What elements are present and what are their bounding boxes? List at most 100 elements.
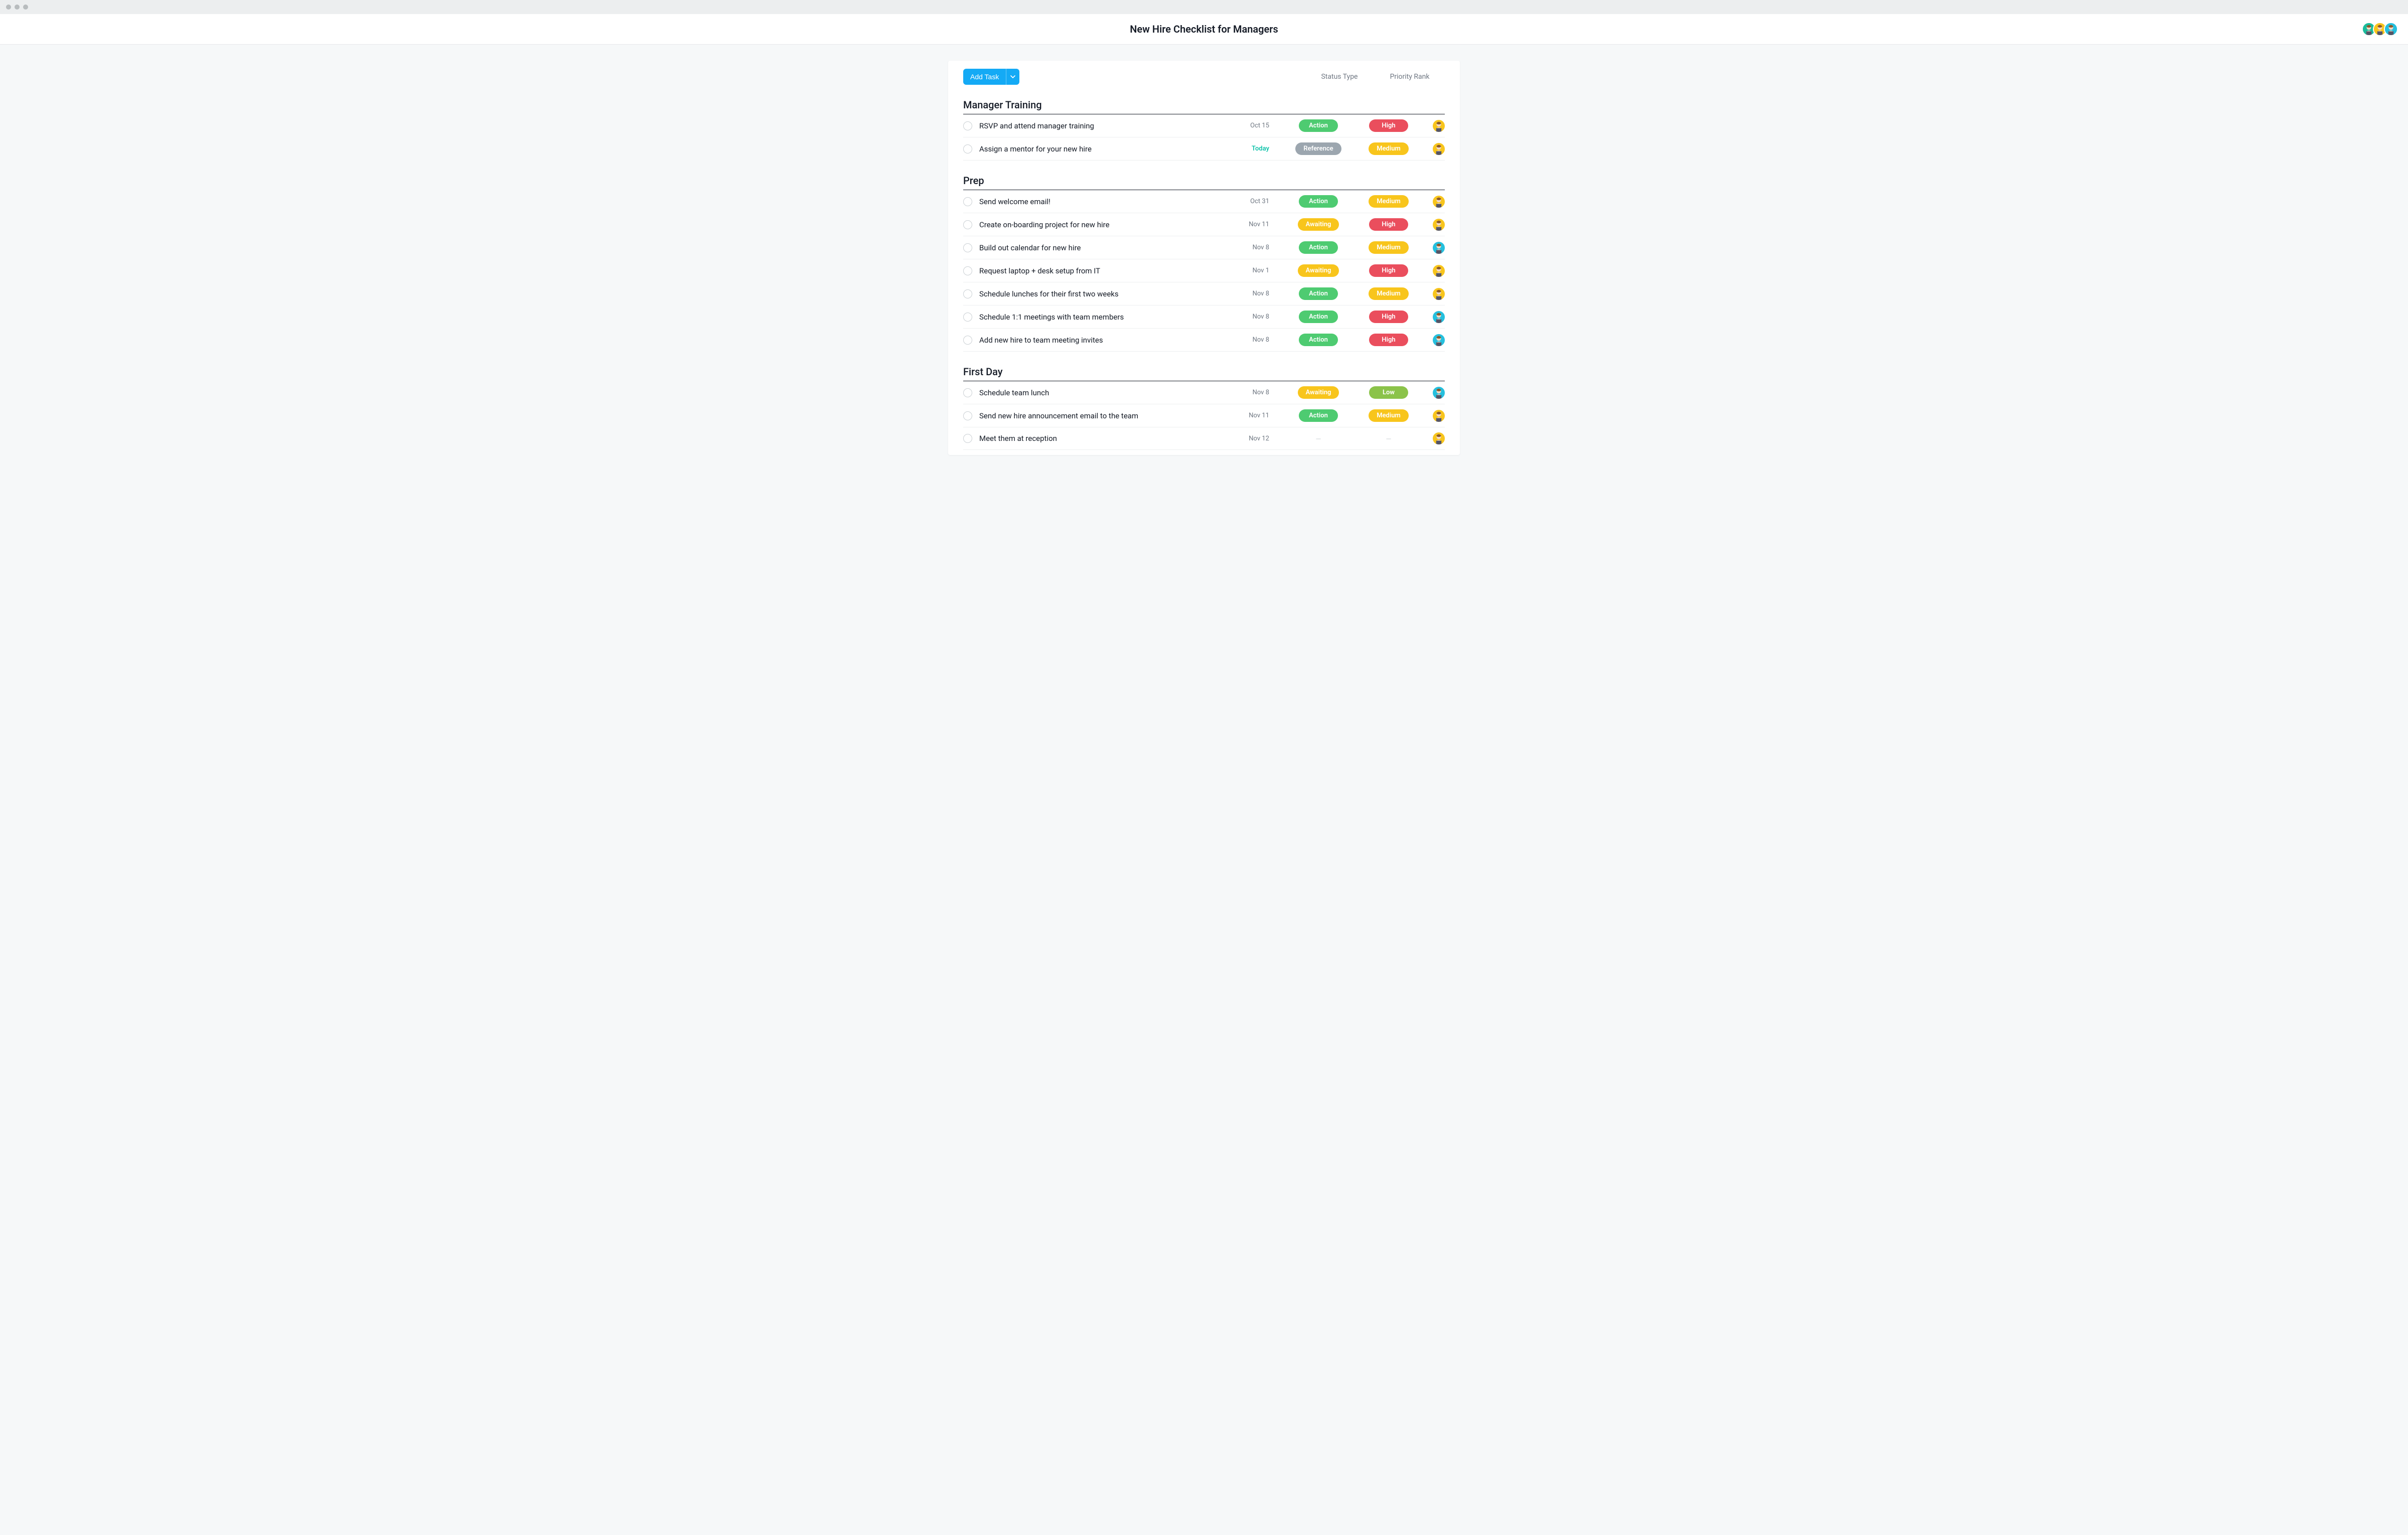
- task-status-cell[interactable]: Action: [1283, 195, 1353, 208]
- task-name[interactable]: Send welcome email!: [979, 197, 1234, 206]
- task-assignee-cell[interactable]: [1424, 242, 1445, 254]
- task-due-date[interactable]: Today: [1234, 145, 1269, 152]
- task-assignee-cell[interactable]: [1424, 432, 1445, 444]
- task-name[interactable]: Assign a mentor for your new hire: [979, 144, 1234, 154]
- task-row[interactable]: Schedule 1:1 meetings with team membersN…: [963, 305, 1445, 329]
- assignee-avatar[interactable]: [1433, 242, 1445, 254]
- assignee-avatar[interactable]: [1433, 311, 1445, 323]
- task-assignee-cell[interactable]: [1424, 387, 1445, 399]
- task-assignee-cell[interactable]: [1424, 120, 1445, 132]
- task-due-date[interactable]: Oct 15: [1234, 122, 1269, 129]
- task-status-cell[interactable]: Action: [1283, 311, 1353, 323]
- priority-pill[interactable]: High: [1369, 218, 1408, 231]
- task-complete-checkbox[interactable]: [963, 197, 972, 206]
- status-pill[interactable]: Awaiting: [1298, 386, 1339, 399]
- task-assignee-cell[interactable]: [1424, 334, 1445, 346]
- task-due-date[interactable]: Nov 8: [1234, 290, 1269, 297]
- status-pill[interactable]: Action: [1299, 409, 1338, 422]
- task-complete-checkbox[interactable]: [963, 388, 972, 397]
- task-name[interactable]: Schedule team lunch: [979, 388, 1234, 397]
- priority-pill[interactable]: Medium: [1369, 142, 1409, 155]
- task-complete-checkbox[interactable]: [963, 336, 972, 345]
- task-due-date[interactable]: Nov 8: [1234, 244, 1269, 251]
- section-title[interactable]: Manager Training: [963, 99, 1445, 114]
- task-name[interactable]: Request laptop + desk setup from IT: [979, 266, 1234, 275]
- status-pill[interactable]: Awaiting: [1298, 264, 1339, 277]
- section-title[interactable]: First Day: [963, 366, 1445, 381]
- task-due-date[interactable]: Nov 11: [1234, 221, 1269, 228]
- task-priority-cell[interactable]: High: [1353, 334, 1424, 346]
- avatar[interactable]: [2384, 22, 2398, 36]
- assignee-avatar[interactable]: [1433, 410, 1445, 422]
- task-due-date[interactable]: Nov 12: [1234, 435, 1269, 442]
- task-name[interactable]: Meet them at reception: [979, 434, 1234, 443]
- task-name[interactable]: Build out calendar for new hire: [979, 243, 1234, 252]
- priority-pill[interactable]: Low: [1369, 386, 1408, 399]
- task-status-cell[interactable]: Action: [1283, 119, 1353, 132]
- task-priority-cell[interactable]: High: [1353, 311, 1424, 323]
- task-assignee-cell[interactable]: [1424, 196, 1445, 208]
- task-priority-cell[interactable]: Medium: [1353, 287, 1424, 300]
- task-status-cell[interactable]: Action: [1283, 334, 1353, 346]
- status-pill[interactable]: Action: [1299, 311, 1338, 323]
- task-row[interactable]: RSVP and attend manager trainingOct 15Ac…: [963, 114, 1445, 137]
- add-task-dropdown-button[interactable]: [1006, 69, 1019, 85]
- priority-pill[interactable]: Medium: [1369, 241, 1409, 254]
- assignee-avatar[interactable]: [1433, 120, 1445, 132]
- task-status-cell[interactable]: —: [1283, 434, 1353, 443]
- task-status-cell[interactable]: Action: [1283, 241, 1353, 254]
- task-name[interactable]: Add new hire to team meeting invites: [979, 336, 1234, 345]
- assignee-avatar[interactable]: [1433, 219, 1445, 231]
- assignee-avatar[interactable]: [1433, 334, 1445, 346]
- task-row[interactable]: Create on-boarding project for new hireN…: [963, 213, 1445, 236]
- task-due-date[interactable]: Nov 8: [1234, 313, 1269, 321]
- task-status-cell[interactable]: Reference: [1283, 142, 1353, 155]
- task-name[interactable]: Create on-boarding project for new hire: [979, 220, 1234, 229]
- task-due-date[interactable]: Oct 31: [1234, 198, 1269, 205]
- priority-pill[interactable]: Medium: [1369, 195, 1409, 208]
- priority-pill[interactable]: High: [1369, 334, 1408, 346]
- task-status-cell[interactable]: Action: [1283, 409, 1353, 422]
- task-complete-checkbox[interactable]: [963, 266, 972, 275]
- task-assignee-cell[interactable]: [1424, 265, 1445, 277]
- section-title[interactable]: Prep: [963, 175, 1445, 190]
- status-pill[interactable]: Action: [1299, 287, 1338, 300]
- task-row[interactable]: Assign a mentor for your new hireToday Re…: [963, 137, 1445, 161]
- assignee-avatar[interactable]: [1433, 196, 1445, 208]
- task-status-cell[interactable]: Awaiting: [1283, 218, 1353, 231]
- task-complete-checkbox[interactable]: [963, 434, 972, 443]
- task-row[interactable]: Schedule lunches for their first two wee…: [963, 282, 1445, 305]
- task-complete-checkbox[interactable]: [963, 289, 972, 298]
- assignee-avatar[interactable]: [1433, 143, 1445, 155]
- task-priority-cell[interactable]: Low: [1353, 386, 1424, 399]
- task-name[interactable]: Schedule 1:1 meetings with team members: [979, 313, 1234, 322]
- task-due-date[interactable]: Nov 11: [1234, 412, 1269, 419]
- status-pill[interactable]: Action: [1299, 334, 1338, 346]
- priority-pill[interactable]: Medium: [1369, 287, 1409, 300]
- task-row[interactable]: Send new hire announcement email to the …: [963, 404, 1445, 427]
- task-row[interactable]: Add new hire to team meeting invitesNov …: [963, 329, 1445, 352]
- task-priority-cell[interactable]: Medium: [1353, 241, 1424, 254]
- task-row[interactable]: Request laptop + desk setup from ITNov 1…: [963, 259, 1445, 282]
- column-header-status[interactable]: Status Type: [1304, 73, 1375, 81]
- priority-pill[interactable]: High: [1369, 311, 1408, 323]
- task-assignee-cell[interactable]: [1424, 311, 1445, 323]
- task-row[interactable]: Meet them at receptionNov 12 ——: [963, 427, 1445, 450]
- task-complete-checkbox[interactable]: [963, 144, 972, 154]
- task-row[interactable]: Schedule team lunchNov 8AwaitingLow: [963, 381, 1445, 404]
- task-priority-cell[interactable]: High: [1353, 264, 1424, 277]
- task-due-date[interactable]: Nov 1: [1234, 267, 1269, 274]
- status-pill[interactable]: Action: [1299, 195, 1338, 208]
- task-assignee-cell[interactable]: [1424, 143, 1445, 155]
- task-status-cell[interactable]: Awaiting: [1283, 264, 1353, 277]
- task-complete-checkbox[interactable]: [963, 243, 972, 252]
- task-priority-cell[interactable]: High: [1353, 119, 1424, 132]
- task-name[interactable]: Schedule lunches for their first two wee…: [979, 289, 1234, 298]
- task-complete-checkbox[interactable]: [963, 220, 972, 229]
- assignee-avatar[interactable]: [1433, 432, 1445, 444]
- task-priority-cell[interactable]: —: [1353, 434, 1424, 443]
- task-assignee-cell[interactable]: [1424, 288, 1445, 300]
- task-priority-cell[interactable]: Medium: [1353, 409, 1424, 422]
- task-priority-cell[interactable]: High: [1353, 218, 1424, 231]
- task-due-date[interactable]: Nov 8: [1234, 336, 1269, 344]
